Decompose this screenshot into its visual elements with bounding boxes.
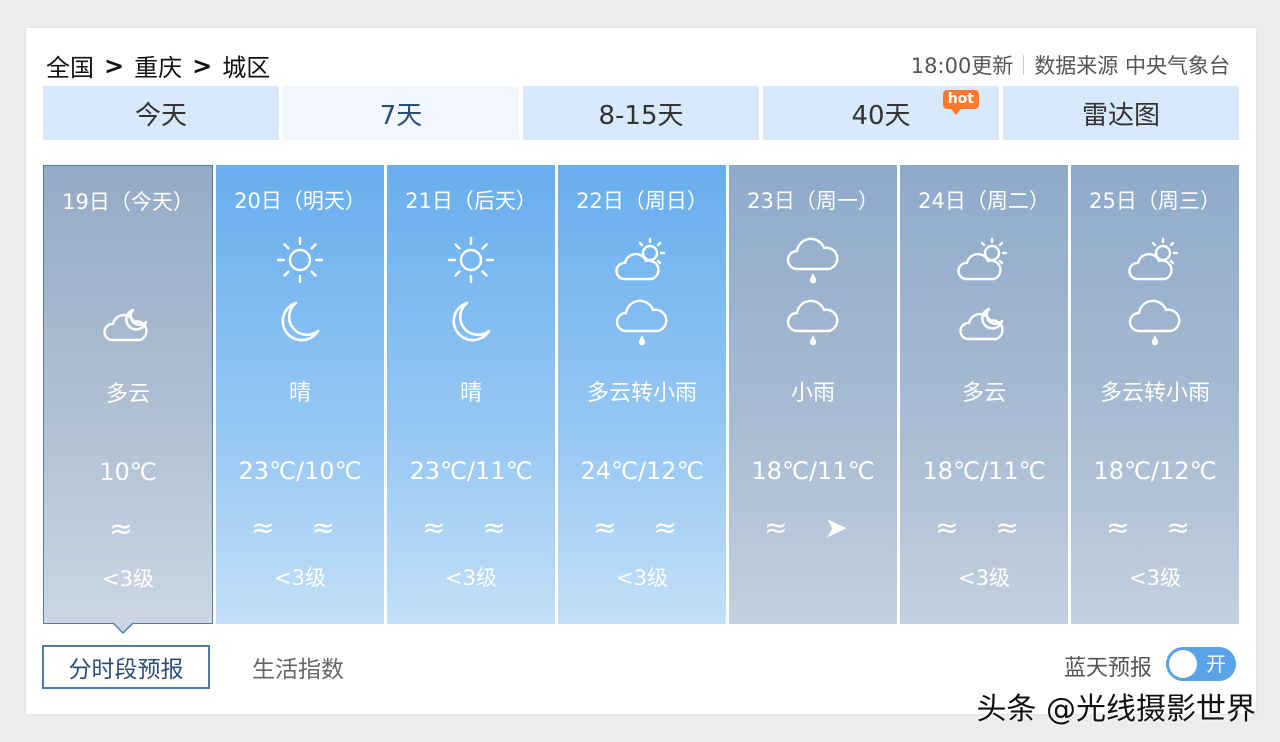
breadcrumb-province[interactable]: 重庆 bbox=[134, 48, 182, 83]
day-column[interactable]: 23日（周一） 小雨 18℃/11℃ ≈ ➤ bbox=[729, 165, 897, 624]
breadcrumb-district: 城区 bbox=[222, 54, 271, 82]
cloud-rain-icon bbox=[1127, 297, 1183, 347]
day-date: 21日（后天） bbox=[405, 189, 537, 213]
sun-icon bbox=[443, 235, 499, 285]
tab-hourly-forecast[interactable]: 分时段预报 bbox=[42, 645, 210, 689]
tab-8-15-days[interactable]: 8-15天 bbox=[523, 86, 759, 140]
day-column[interactable]: 22日（周日） 多云转小雨 24℃/12℃ ≈ ≈ <3级 bbox=[558, 165, 726, 624]
moon-icon bbox=[443, 297, 499, 347]
tab-40-days[interactable]: 40天 hot bbox=[763, 86, 999, 140]
watermark: 头条 @光线摄影世界 bbox=[976, 692, 1256, 727]
day-date: 19日（今天） bbox=[62, 190, 194, 214]
breadcrumb-separator: > bbox=[104, 51, 125, 80]
weather-description: 晴 bbox=[459, 381, 482, 406]
day-date: 24日（周二） bbox=[918, 189, 1050, 213]
cloud-sun-icon bbox=[1127, 235, 1183, 285]
weather-description: 多云 bbox=[105, 382, 150, 407]
breadcrumb-country[interactable]: 全国 bbox=[46, 48, 94, 83]
wind-level: <3级 bbox=[1129, 566, 1181, 590]
day-column[interactable]: 19日（今天） 多云 10℃ ≈ <3级 bbox=[43, 165, 213, 624]
cloud-moon-icon bbox=[100, 298, 156, 348]
wind-direction-icon: ≈ ➤ bbox=[764, 511, 862, 544]
temperature: 23℃/11℃ bbox=[409, 457, 533, 485]
weather-panel: 全国 > 重庆 > 城区 18:00更新 数据来源 中央气象台 今天 7天 8-… bbox=[26, 28, 1256, 714]
forecast-tabs: 今天 7天 8-15天 40天 hot 雷达图 bbox=[43, 86, 1239, 140]
tab-radar[interactable]: 雷达图 bbox=[1003, 86, 1239, 140]
day-date: 25日（周三） bbox=[1089, 189, 1221, 213]
wind-level: <3级 bbox=[616, 566, 668, 590]
tab-label: 40天 bbox=[851, 100, 911, 131]
weather-description: 多云转小雨 bbox=[1099, 381, 1210, 406]
breadcrumb: 全国 > 重庆 > 城区 bbox=[46, 48, 270, 83]
wind-direction-icon: ≈ ≈ bbox=[593, 511, 691, 544]
tab-label: 8-15天 bbox=[598, 100, 684, 131]
tab-label: 7天 bbox=[379, 100, 423, 131]
toggle-label: 开 bbox=[1206, 652, 1226, 676]
wind-direction-icon: ≈ ≈ bbox=[251, 511, 349, 544]
wind-level: <3级 bbox=[102, 567, 154, 591]
weather-description: 多云 bbox=[961, 381, 1006, 406]
hot-badge: hot bbox=[942, 90, 979, 115]
temperature: 10℃ bbox=[99, 458, 157, 486]
daily-forecast: 19日（今天） 多云 10℃ ≈ <3级 20日（明天）晴 23℃/10℃ ≈ ≈ <3级 21日… bbox=[43, 165, 1239, 624]
update-time: 18:00更新 bbox=[910, 54, 1014, 78]
cloud-sun-icon bbox=[614, 235, 670, 285]
weather-description: 多云转小雨 bbox=[586, 381, 697, 406]
sun-icon bbox=[272, 235, 328, 285]
tab-label: 雷达图 bbox=[1081, 100, 1160, 131]
selected-pointer bbox=[113, 623, 133, 634]
day-date: 23日（周一） bbox=[747, 189, 879, 213]
day-column[interactable]: 25日（周三） 多云转小雨 18℃/12℃ ≈ ≈ <3级 bbox=[1071, 165, 1239, 624]
cloud-rain-icon bbox=[785, 297, 841, 347]
temperature: 18℃/11℃ bbox=[751, 457, 875, 485]
wind-level: <3级 bbox=[958, 566, 1010, 590]
weather-description: 晴 bbox=[288, 381, 311, 406]
wind-level: <3级 bbox=[274, 566, 326, 590]
day-date: 20日（明天） bbox=[234, 189, 366, 213]
wind-direction-icon: ≈ ≈ bbox=[422, 511, 520, 544]
tab-today[interactable]: 今天 bbox=[43, 86, 279, 140]
temperature: 23℃/10℃ bbox=[238, 457, 362, 485]
bluesky-toggle[interactable]: 开 bbox=[1166, 647, 1236, 681]
breadcrumb-separator: > bbox=[192, 51, 213, 80]
moon-icon bbox=[272, 297, 328, 347]
cloud-moon-icon bbox=[956, 297, 1012, 347]
day-column[interactable]: 20日（明天） 晴 23℃/10℃ ≈ ≈ <3级 bbox=[216, 165, 384, 624]
wind-direction-icon: ≈ ≈ bbox=[1106, 511, 1204, 544]
temperature: 24℃/12℃ bbox=[580, 457, 704, 485]
temperature: 18℃/12℃ bbox=[1093, 457, 1217, 485]
bluesky-forecast-label: 蓝天预报 bbox=[1063, 656, 1152, 681]
divider bbox=[1023, 55, 1025, 75]
day-date: 22日（周日） bbox=[576, 189, 708, 213]
tab-7-days[interactable]: 7天 bbox=[283, 86, 519, 140]
update-info: 18:00更新 数据来源 中央气象台 bbox=[911, 50, 1230, 80]
tab-label: 今天 bbox=[134, 100, 187, 131]
weather-description: 小雨 bbox=[790, 381, 835, 406]
data-source: 数据来源 中央气象台 bbox=[1034, 54, 1230, 78]
day-column[interactable]: 24日（周二） 多云 18℃/11℃ ≈ ≈ <3级 bbox=[900, 165, 1068, 624]
cloud-sun-icon bbox=[956, 235, 1012, 285]
temperature: 18℃/11℃ bbox=[922, 457, 1046, 485]
cloud-rain-icon bbox=[614, 297, 670, 347]
toggle-knob bbox=[1169, 650, 1197, 678]
wind-direction-icon: ≈ bbox=[109, 512, 147, 545]
day-column[interactable]: 21日（后天） 晴 23℃/11℃ ≈ ≈ <3级 bbox=[387, 165, 555, 624]
cloud-rain-icon bbox=[785, 235, 841, 285]
wind-level: <3级 bbox=[445, 566, 497, 590]
wind-direction-icon: ≈ ≈ bbox=[935, 511, 1033, 544]
tab-life-index[interactable]: 生活指数 bbox=[252, 645, 344, 689]
